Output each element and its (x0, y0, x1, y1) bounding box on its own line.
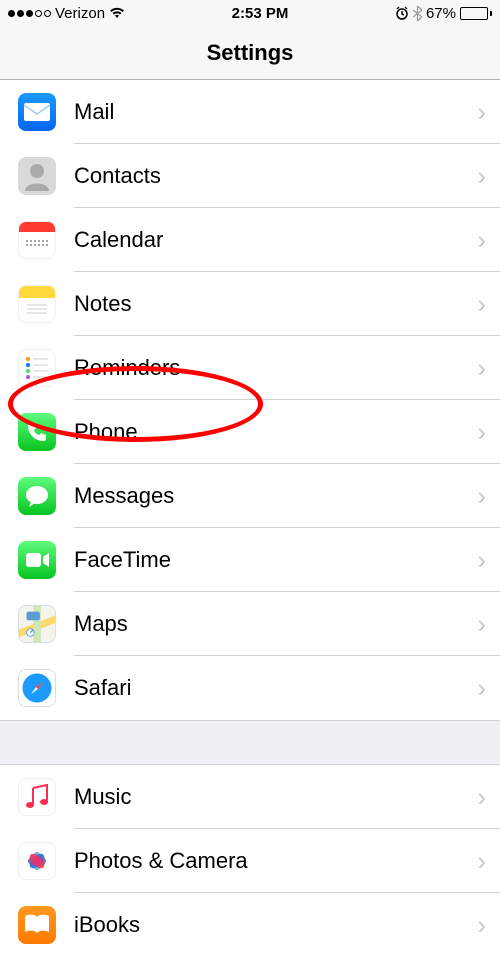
row-label: Contacts (74, 163, 477, 189)
row-label: Calendar (74, 227, 477, 253)
chevron-right-icon: › (477, 97, 500, 128)
settings-row-calendar[interactable]: Calendar › (0, 208, 500, 272)
music-icon (18, 778, 56, 816)
reminders-icon (18, 349, 56, 387)
battery-icon (460, 7, 492, 20)
chevron-right-icon: › (477, 846, 500, 877)
status-right: 67% (395, 5, 492, 22)
row-label: Safari (74, 675, 477, 701)
battery-percentage: 67% (426, 5, 456, 22)
row-label: Phone (74, 419, 477, 445)
status-left: Verizon (8, 5, 125, 22)
row-label: Reminders (74, 355, 477, 381)
messages-icon (18, 477, 56, 515)
settings-row-safari[interactable]: Safari › (0, 656, 500, 720)
settings-row-mail[interactable]: Mail › (0, 80, 500, 144)
chevron-right-icon: › (477, 545, 500, 576)
navigation-bar: Settings (0, 26, 500, 80)
row-label: Music (74, 784, 477, 810)
calendar-icon (18, 221, 56, 259)
settings-row-maps[interactable]: Maps › (0, 592, 500, 656)
row-label: Mail (74, 99, 477, 125)
settings-row-contacts[interactable]: Contacts › (0, 144, 500, 208)
phone-icon (18, 413, 56, 451)
row-label: Photos & Camera (74, 848, 477, 874)
chevron-right-icon: › (477, 782, 500, 813)
row-label: Messages (74, 483, 477, 509)
row-label: iBooks (74, 912, 477, 938)
chevron-right-icon: › (477, 910, 500, 941)
chevron-right-icon: › (477, 289, 500, 320)
maps-icon (18, 605, 56, 643)
settings-row-ibooks[interactable]: iBooks › (0, 893, 500, 957)
alarm-icon (395, 6, 409, 20)
bluetooth-icon (413, 6, 422, 21)
contacts-icon (18, 157, 56, 195)
row-label: Maps (74, 611, 477, 637)
carrier-label: Verizon (55, 5, 105, 22)
chevron-right-icon: › (477, 225, 500, 256)
settings-row-phone[interactable]: Phone › (0, 400, 500, 464)
settings-row-facetime[interactable]: FaceTime › (0, 528, 500, 592)
photos-icon (18, 842, 56, 880)
settings-row-notes[interactable]: Notes › (0, 272, 500, 336)
status-time: 2:53 PM (232, 5, 289, 22)
settings-row-photos[interactable]: Photos & Camera › (0, 829, 500, 893)
settings-row-reminders[interactable]: Reminders › (0, 336, 500, 400)
chevron-right-icon: › (477, 481, 500, 512)
row-label: FaceTime (74, 547, 477, 573)
settings-list-section-1: Mail › Contacts › Calendar › Notes › R (0, 80, 500, 720)
settings-row-music[interactable]: Music › (0, 765, 500, 829)
chevron-right-icon: › (477, 673, 500, 704)
status-bar: Verizon 2:53 PM 67% (0, 0, 500, 26)
settings-row-messages[interactable]: Messages › (0, 464, 500, 528)
facetime-icon (18, 541, 56, 579)
page-title: Settings (207, 40, 294, 66)
section-separator (0, 720, 500, 765)
ibooks-icon (18, 906, 56, 944)
wifi-icon (109, 7, 125, 19)
chevron-right-icon: › (477, 353, 500, 384)
chevron-right-icon: › (477, 161, 500, 192)
chevron-right-icon: › (477, 609, 500, 640)
safari-icon (18, 669, 56, 707)
settings-list-section-2: Music › Photos & Camera › iBooks › (0, 765, 500, 957)
notes-icon (18, 285, 56, 323)
chevron-right-icon: › (477, 417, 500, 448)
row-label: Notes (74, 291, 477, 317)
signal-strength-icon (8, 10, 51, 17)
mail-icon (18, 93, 56, 131)
